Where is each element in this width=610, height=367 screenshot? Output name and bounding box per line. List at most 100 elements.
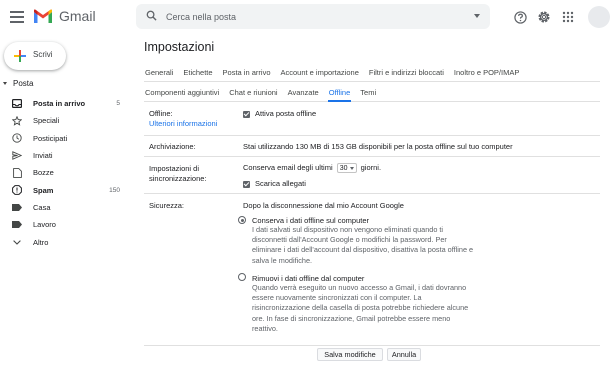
compose-label: Scrivi	[33, 50, 53, 59]
unread-count: 5	[116, 100, 120, 108]
sidebar-item-label: Lavoro	[33, 220, 56, 230]
tab-etichette[interactable]: Etichette	[182, 64, 213, 82]
sidebar-item-label: Posticipati	[33, 133, 68, 143]
cancel-button[interactable]: Annulla	[387, 348, 421, 361]
sidebar-item-more[interactable]: Altro	[0, 233, 128, 250]
label-icon	[12, 220, 22, 230]
remove-data-radio[interactable]	[238, 273, 246, 281]
tab-inoltro[interactable]: Inoltro e POP/IMAP	[453, 64, 520, 82]
sidebar-item-label: Bozze	[33, 168, 54, 178]
download-attachments-checkbox[interactable]	[243, 180, 250, 188]
sidebar-item-drafts[interactable]: Bozze	[0, 164, 128, 181]
sync-suffix: giorni.	[360, 163, 382, 172]
storage-text: Stai utilizzando 130 MB di 153 GB dispon…	[243, 142, 513, 151]
security-heading: Dopo la disconnessione dal mio Account G…	[243, 201, 404, 210]
remove-data-radio-wrap	[238, 273, 246, 283]
sidebar-item-label: Inviati	[33, 151, 53, 161]
send-icon	[12, 151, 22, 161]
keep-data-option[interactable]: Conserva i dati offline sul computer I d…	[252, 216, 477, 266]
sidebar-item-lavoro[interactable]: Lavoro	[0, 216, 128, 233]
sync-label: Impostazioni di sincronizzazione:	[149, 164, 207, 184]
search-options-icon[interactable]	[474, 14, 480, 18]
caret-down-icon	[3, 82, 7, 85]
tab-generali[interactable]: Generali	[144, 64, 174, 82]
tab-account[interactable]: Account e importazione	[279, 64, 359, 82]
keep-data-radio[interactable]	[238, 216, 246, 224]
sidebar-item-label: Spam	[33, 185, 54, 195]
tab-posta-in-arrivo[interactable]: Posta in arrivo	[222, 64, 272, 82]
security-row: Sicurezza: Dopo la disconnessione dal mi…	[144, 194, 600, 346]
keep-data-title: Conserva i dati offline sul computer	[252, 216, 370, 225]
settings-tabs: Generali Etichette Posta in arrivo Accou…	[144, 64, 600, 102]
clock-icon	[12, 133, 22, 143]
label-icon	[12, 202, 22, 212]
enable-offline-label: Attiva posta offline	[255, 109, 317, 118]
learn-more-link[interactable]: Ulteriori informazioni	[149, 119, 217, 129]
sidebar-item-snoozed[interactable]: Posticipati	[0, 130, 128, 147]
help-icon[interactable]	[512, 9, 528, 25]
sidebar-item-label: Posta in arrivo	[33, 99, 86, 109]
search-input[interactable]	[166, 8, 456, 25]
page-title: Impostazioni	[144, 40, 215, 54]
offline-label-text: Offline:	[149, 109, 173, 118]
search-bar[interactable]	[136, 4, 490, 29]
sidebar-item-spam[interactable]: Spam 150	[0, 181, 128, 198]
sidebar-item-label: Speciali	[33, 116, 60, 126]
save-button[interactable]: Salva modifiche	[317, 348, 383, 361]
main-menu-icon[interactable]	[10, 11, 24, 23]
draft-icon	[12, 167, 22, 178]
settings-gear-icon[interactable]	[536, 9, 552, 25]
sidebar-item-label: Casa	[33, 202, 51, 212]
sidebar-item-casa[interactable]: Casa	[0, 199, 128, 216]
chevron-down-icon	[349, 166, 354, 170]
chevron-down-icon	[12, 237, 22, 247]
download-attachments-label: Scarica allegati	[255, 179, 306, 188]
sync-label-line2: sincronizzazione:	[149, 174, 207, 183]
sidebar-item-starred[interactable]: Speciali	[0, 112, 128, 129]
sidebar-nav: Posta in arrivo 5 Speciali Posticipati I…	[0, 95, 128, 251]
remove-data-title: Rimuovi i dati offline dal computer	[252, 274, 365, 283]
offline-row: Offline: Ulteriori informazioni Attiva p…	[144, 105, 600, 136]
mail-section-toggle[interactable]: Posta	[3, 79, 33, 88]
keep-data-description: I dati salvati sul dispositivo non vengo…	[252, 225, 474, 265]
tab-filtri[interactable]: Filtri e indirizzi bloccati	[368, 64, 445, 82]
apps-grid-icon[interactable]	[560, 9, 576, 25]
sidebar-item-label: Altro	[33, 237, 49, 247]
sync-days-select[interactable]: 30	[336, 163, 357, 173]
tab-row-2: Componenti aggiuntivi Chat e riunioni Av…	[144, 84, 600, 102]
tab-avanzate[interactable]: Avanzate	[287, 84, 320, 102]
sync-prefix: Conserva email degli ultimi	[243, 163, 333, 172]
spam-count: 150	[109, 186, 120, 194]
tab-chat[interactable]: Chat e riunioni	[228, 84, 278, 102]
sync-days: Conserva email degli ultimi 30 giorni.	[243, 163, 381, 173]
mail-section-label: Posta	[13, 79, 34, 88]
spam-icon	[12, 185, 22, 196]
app-name: Gmail	[59, 8, 96, 24]
sidebar-item-inbox[interactable]: Posta in arrivo 5	[0, 95, 128, 112]
compose-button[interactable]: Scrivi	[4, 42, 66, 70]
tab-offline[interactable]: Offline	[327, 84, 352, 102]
top-bar: Gmail	[0, 0, 610, 34]
enable-offline-checkbox[interactable]	[243, 110, 250, 118]
account-avatar[interactable]	[588, 6, 610, 28]
tab-row-1: Generali Etichette Posta in arrivo Accou…	[144, 64, 600, 82]
sync-label-line1: Impostazioni di	[149, 164, 200, 173]
attachments-toggle[interactable]: Scarica allegati	[243, 179, 306, 188]
storage-row: Archiviazione: Stai utilizzando 130 MB d…	[144, 136, 600, 157]
gmail-logo[interactable]: Gmail	[33, 8, 96, 24]
inbox-icon	[12, 99, 22, 109]
keep-data-radio-wrap	[238, 216, 246, 226]
remove-data-description: Quando verrà eseguito un nuovo accesso a…	[252, 283, 469, 333]
offline-toggle[interactable]: Attiva posta offline	[243, 109, 316, 118]
storage-label: Archiviazione:	[149, 142, 196, 151]
remove-data-option[interactable]: Rimuovi i dati offline dal computer Quan…	[252, 274, 477, 334]
sync-row: Impostazioni di sincronizzazione: Conser…	[144, 157, 600, 194]
gmail-logo-icon	[34, 9, 52, 23]
tab-temi[interactable]: Temi	[359, 84, 377, 102]
plus-icon	[14, 50, 26, 62]
tab-componenti[interactable]: Componenti aggiuntivi	[144, 84, 220, 102]
offline-label: Offline: Ulteriori informazioni	[149, 109, 217, 129]
star-icon	[12, 115, 22, 126]
search-icon[interactable]	[146, 10, 157, 21]
sidebar-item-sent[interactable]: Inviati	[0, 147, 128, 164]
